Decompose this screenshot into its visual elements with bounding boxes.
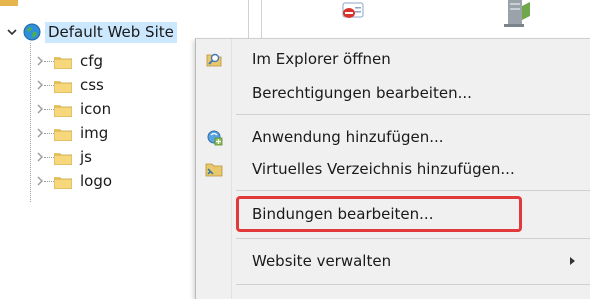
- folder-icon: [53, 102, 73, 118]
- menu-separator: [236, 284, 590, 285]
- menu-separator: [236, 114, 590, 115]
- pane-divider: [248, 0, 249, 40]
- tree-node-icon[interactable]: icon: [0, 98, 190, 120]
- tree-node-label: js: [80, 148, 92, 166]
- menu-item-manage-website[interactable]: Website verwalten: [196, 245, 590, 277]
- tree-node-label: css: [80, 76, 104, 94]
- menu-item-label: Im Explorer öffnen: [252, 50, 391, 68]
- tree-dots: [44, 181, 54, 183]
- folder-icon: [53, 78, 73, 94]
- tree-node-label: cfg: [80, 52, 104, 70]
- menu-item-add-virtual-directory[interactable]: Virtuelles Verzeichnis hinzufügen...: [196, 153, 590, 185]
- menu-item-label: Berechtigungen bearbeiten...: [252, 84, 472, 102]
- tree-dots: [44, 61, 54, 63]
- tree-node-label: Default Web Site: [45, 22, 177, 43]
- virtual-directory-icon: [205, 160, 223, 178]
- tree-node-img[interactable]: img: [0, 122, 190, 144]
- folder-icon: [53, 126, 73, 142]
- menu-item-label: Anwendung hinzufügen...: [252, 128, 444, 146]
- menu-item-open-in-explorer[interactable]: Im Explorer öffnen: [196, 43, 590, 75]
- tree-dots: [44, 109, 54, 111]
- tree-dots: [44, 133, 54, 135]
- folder-icon: [53, 150, 73, 166]
- context-menu: Im Explorer öffnen Berechtigungen bearbe…: [195, 38, 590, 299]
- menu-separator: [236, 190, 590, 191]
- menu-item-label: Website verwalten: [252, 252, 392, 270]
- add-application-icon: [205, 128, 223, 146]
- tree-node-cfg[interactable]: cfg: [0, 50, 190, 72]
- tree-dots: [44, 85, 54, 87]
- menu-item-edit-permissions[interactable]: Berechtigungen bearbeiten...: [196, 77, 590, 109]
- tree-node-label: icon: [80, 100, 112, 118]
- chevron-down-icon[interactable]: [6, 26, 18, 38]
- tree-node-label: logo: [80, 172, 113, 190]
- submenu-arrow-icon: [570, 257, 575, 265]
- menu-item-add-application[interactable]: Anwendung hinzufügen...: [196, 121, 590, 153]
- globe-icon: [23, 23, 41, 41]
- partial-icon: [0, 0, 18, 6]
- tree-node-label: img: [80, 124, 109, 142]
- tree-node-js[interactable]: js: [0, 146, 190, 168]
- tree-node-logo[interactable]: logo: [0, 170, 190, 192]
- server-partial-icon: [494, 0, 534, 30]
- pane-divider: [261, 0, 262, 40]
- tree-node-default-web-site[interactable]: Default Web Site: [0, 21, 200, 43]
- explorer-icon: [205, 50, 223, 68]
- tree-node-css[interactable]: css: [0, 74, 190, 96]
- toolbar-partial-icon: [339, 2, 367, 22]
- folder-icon: [53, 54, 73, 70]
- highlight-annotation-box: [236, 196, 522, 232]
- tree-dots: [44, 157, 54, 159]
- menu-item-label: Virtuelles Verzeichnis hinzufügen...: [252, 160, 515, 178]
- folder-icon: [53, 174, 73, 190]
- menu-separator: [236, 238, 590, 239]
